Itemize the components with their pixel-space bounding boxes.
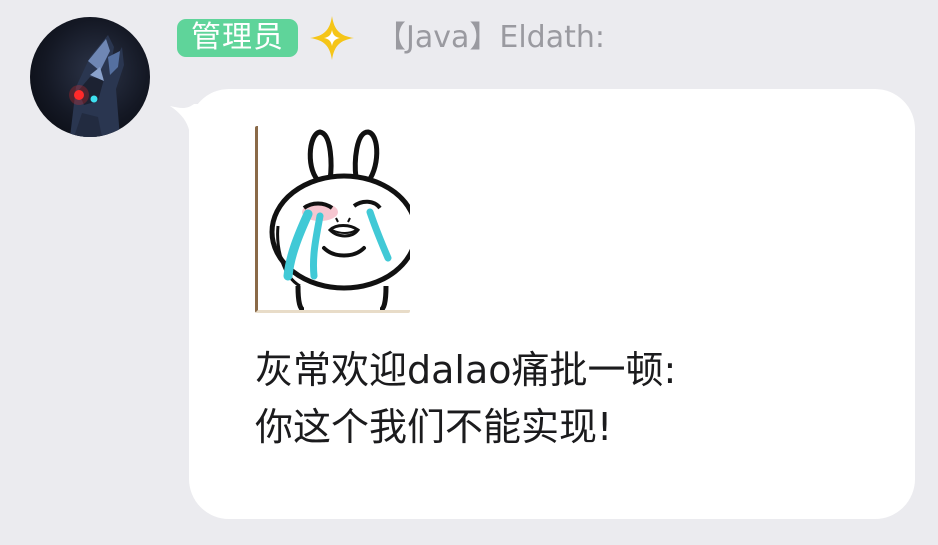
four-point-star-icon xyxy=(308,14,356,62)
sender-avatar[interactable] xyxy=(30,17,150,137)
role-badge: 管理员 xyxy=(177,19,298,57)
message-header: 管理员 【Java】Eldath: xyxy=(177,14,605,62)
message-line: 灰常欢迎dalao痛批一顿: xyxy=(255,348,677,392)
crying-rabbit-sticker-icon xyxy=(269,129,410,310)
armored-hero-avatar-icon xyxy=(69,35,124,137)
message-text: 灰常欢迎dalao痛批一顿: 你这个我们不能实现! xyxy=(255,342,895,456)
sender-name[interactable]: 【Java】Eldath: xyxy=(376,14,605,62)
sticker-image[interactable] xyxy=(255,126,410,313)
message-line: 你这个我们不能实现! xyxy=(255,405,613,449)
